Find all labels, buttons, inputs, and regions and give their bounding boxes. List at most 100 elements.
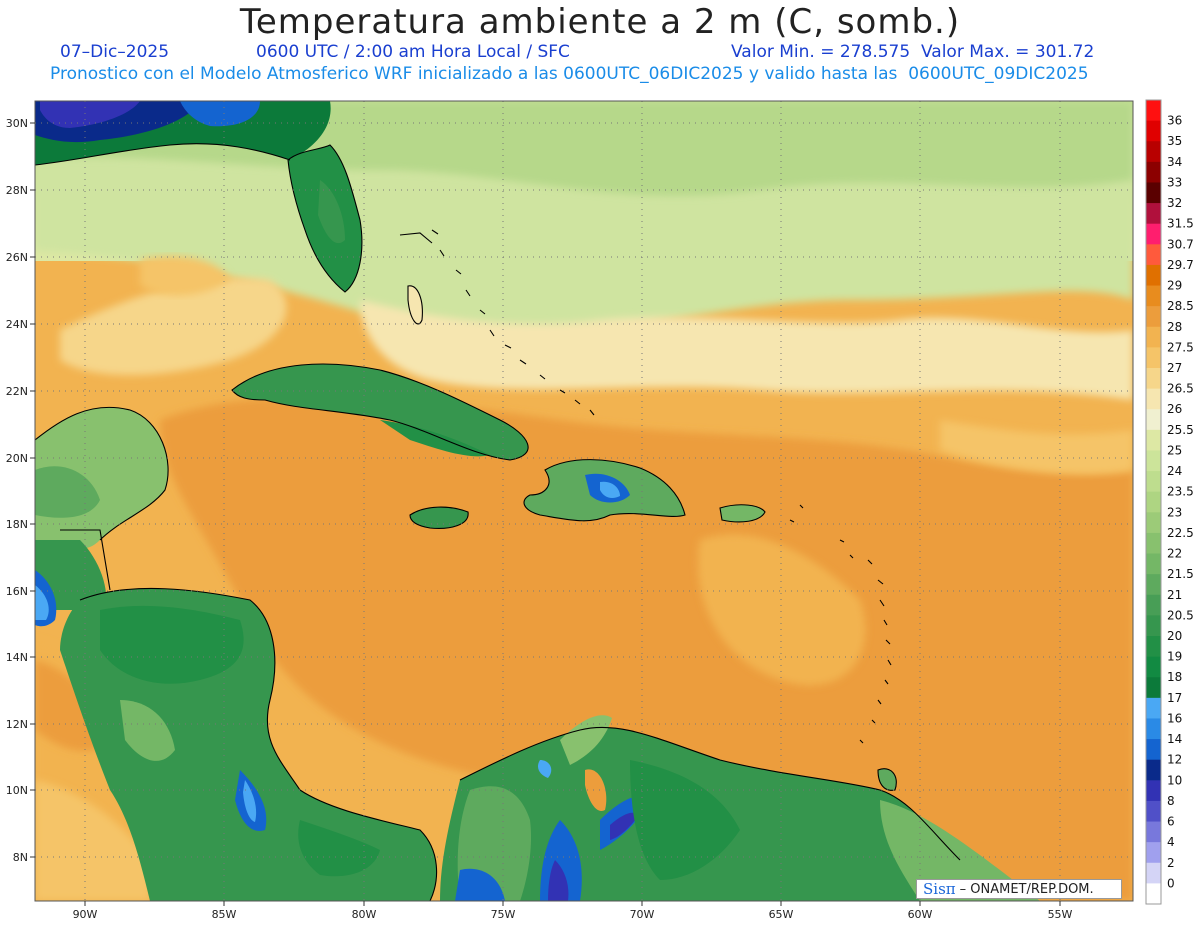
lat-label: 26N	[6, 251, 28, 264]
colorbar-swatch	[1146, 450, 1161, 472]
colorbar-label: 16	[1167, 711, 1182, 725]
colorbar-swatch	[1146, 697, 1161, 719]
colorbar-label: 19	[1167, 650, 1182, 664]
colorbar-label: 23	[1167, 505, 1182, 519]
colorbar-swatch	[1146, 862, 1161, 884]
colorbar-label: 20	[1167, 629, 1182, 643]
watermark: Sisπ – ONAMET/REP.DOM.	[916, 879, 1122, 899]
lat-label: 16N	[6, 585, 28, 598]
colorbar-swatch	[1146, 718, 1161, 740]
colorbar-label: 22.5	[1167, 526, 1194, 540]
lat-label: 30N	[6, 117, 28, 130]
colorbar-label: 28	[1167, 320, 1182, 334]
colorbar-swatch	[1146, 800, 1161, 823]
colorbar-label: 33	[1167, 175, 1182, 189]
colorbar-swatch	[1146, 553, 1161, 575]
colorbar-swatch	[1146, 100, 1161, 122]
colorbar-label: 27.5	[1167, 340, 1194, 354]
colorbar-label: 10	[1167, 773, 1182, 787]
colorbar-label: 27	[1167, 361, 1182, 375]
sispi-logo: Sisπ	[923, 880, 956, 898]
colorbar-label: 25.5	[1167, 423, 1194, 437]
colorbar-label: 4	[1167, 835, 1175, 849]
colorbar-swatch	[1146, 739, 1161, 761]
temperature-map: 30N 28N 26N 24N 22N 20N 18N 16N 14N 12N …	[6, 99, 1194, 921]
colorbar-swatch	[1146, 491, 1161, 513]
colorbar-swatch	[1146, 264, 1161, 287]
colorbar-swatch	[1146, 203, 1161, 225]
colorbar-swatch	[1146, 244, 1161, 266]
colorbar-swatch	[1146, 842, 1161, 864]
watermark-text: – ONAMET/REP.DOM.	[959, 881, 1094, 897]
colorbar-label: 32	[1167, 196, 1182, 210]
lat-label: 18N	[6, 518, 28, 531]
colorbar: 363534333231.530.729.72928.52827.52726.5…	[1145, 99, 1194, 905]
lat-label: 22N	[6, 385, 28, 398]
colorbar-swatch	[1146, 532, 1161, 555]
colorbar-label: 0	[1167, 876, 1175, 890]
colorbar-label: 26	[1167, 402, 1182, 416]
colorbar-swatch	[1146, 409, 1161, 431]
lat-label: 24N	[6, 318, 28, 331]
colorbar-label: 23.5	[1167, 485, 1194, 499]
lon-label: 90W	[73, 908, 98, 921]
colorbar-swatch	[1146, 161, 1161, 183]
colorbar-swatch	[1146, 306, 1161, 328]
colorbar-swatch	[1146, 883, 1161, 905]
colorbar-label: 35	[1167, 134, 1182, 148]
colorbar-label: 31.5	[1167, 217, 1194, 231]
colorbar-swatch	[1146, 368, 1161, 390]
colorbar-label: 20.5	[1167, 608, 1194, 622]
colorbar-swatch	[1146, 677, 1161, 699]
longitude-labels: 90W 85W 80W 75W 70W 65W 60W 55W	[73, 908, 1073, 921]
colorbar-label: 30.7	[1167, 237, 1194, 251]
lat-label: 28N	[6, 184, 28, 197]
lon-label: 65W	[769, 908, 794, 921]
colorbar-swatch	[1146, 615, 1161, 637]
colorbar-label: 25	[1167, 443, 1182, 457]
lon-label: 55W	[1048, 908, 1073, 921]
colorbar-swatch	[1146, 388, 1161, 410]
lon-label: 75W	[491, 908, 516, 921]
colorbar-swatch	[1146, 429, 1161, 451]
latitude-labels: 30N 28N 26N 24N 22N 20N 18N 16N 14N 12N …	[6, 117, 28, 864]
colorbar-label: 36	[1167, 114, 1182, 128]
lat-label: 14N	[6, 651, 28, 664]
lat-label: 8N	[13, 851, 28, 864]
colorbar-label: 17	[1167, 691, 1182, 705]
colorbar-label: 2	[1167, 856, 1175, 870]
colorbar-swatch	[1146, 574, 1161, 596]
colorbar-label: 8	[1167, 794, 1175, 808]
colorbar-label: 6	[1167, 815, 1175, 829]
colorbar-swatch	[1146, 594, 1161, 616]
lon-label: 80W	[352, 908, 377, 921]
colorbar-swatch	[1146, 285, 1161, 307]
colorbar-swatch	[1146, 471, 1161, 493]
colorbar-swatch	[1146, 656, 1161, 678]
colorbar-swatch	[1146, 636, 1161, 658]
colorbar-swatch	[1146, 326, 1161, 348]
colorbar-swatch	[1146, 780, 1161, 802]
colorbar-label: 24	[1167, 464, 1182, 478]
map-field	[35, 101, 1133, 901]
colorbar-swatch	[1146, 512, 1161, 534]
colorbar-label: 21.5	[1167, 567, 1194, 581]
lon-label: 60W	[908, 908, 933, 921]
colorbar-label: 26.5	[1167, 382, 1194, 396]
colorbar-label: 18	[1167, 670, 1182, 684]
colorbar-label: 34	[1167, 155, 1182, 169]
colorbar-swatch	[1146, 759, 1161, 781]
lon-label: 85W	[212, 908, 237, 921]
colorbar-label: 14	[1167, 732, 1182, 746]
lat-label: 20N	[6, 452, 28, 465]
colorbar-swatch	[1146, 821, 1161, 843]
colorbar-label: 28.5	[1167, 299, 1194, 313]
colorbar-label: 21	[1167, 588, 1182, 602]
colorbar-label: 29	[1167, 279, 1182, 293]
colorbar-swatch	[1146, 120, 1161, 142]
colorbar-swatch	[1146, 182, 1161, 204]
colorbar-label: 29.7	[1167, 258, 1194, 272]
colorbar-label: 12	[1167, 753, 1182, 767]
colorbar-swatch	[1146, 141, 1161, 163]
lat-label: 10N	[6, 784, 28, 797]
